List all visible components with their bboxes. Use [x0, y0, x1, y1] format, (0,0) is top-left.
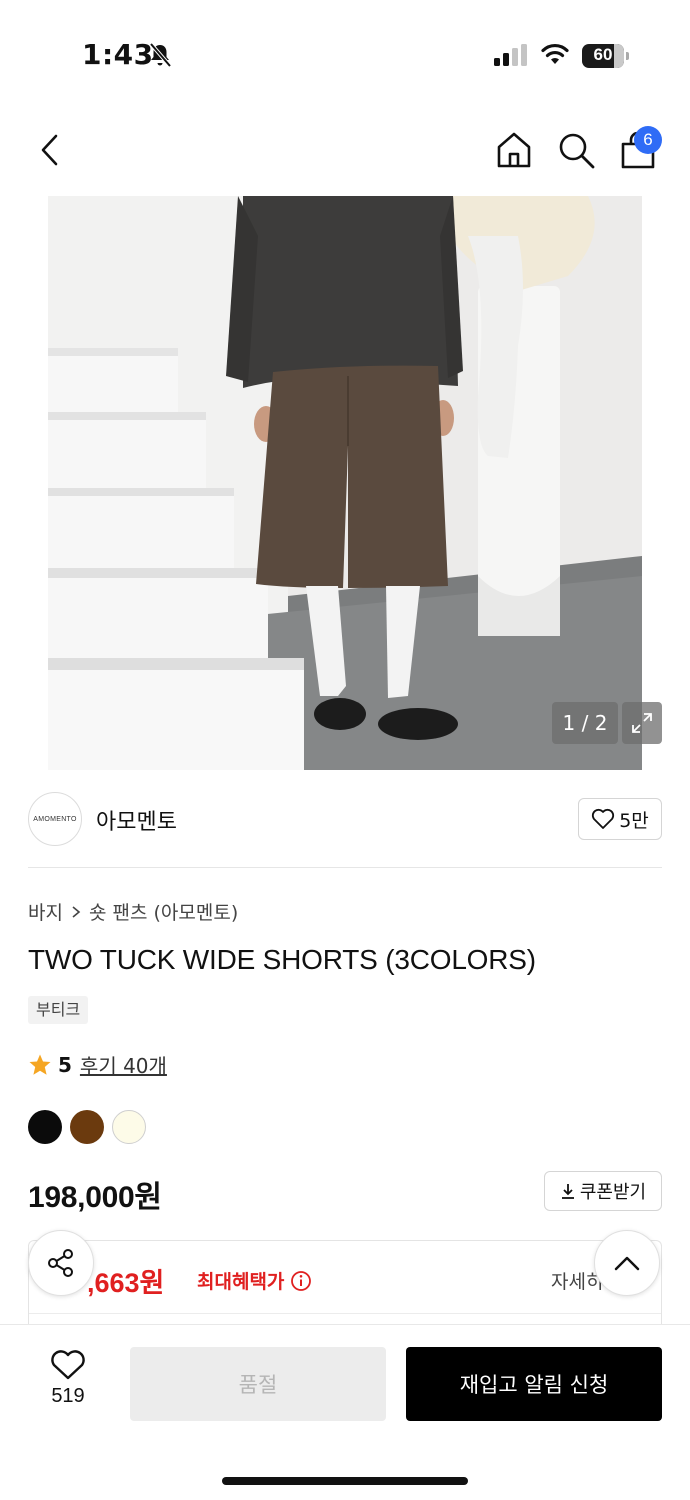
heart-icon [51, 1350, 85, 1380]
chevron-right-icon [72, 905, 81, 918]
breadcrumb-category[interactable]: 바지 [28, 898, 63, 925]
download-icon [561, 1184, 574, 1199]
back-arrow-icon [41, 134, 58, 166]
brand-like-button[interactable]: 5만 [578, 798, 662, 840]
home-button[interactable] [492, 128, 536, 172]
battery-level: 60 [593, 45, 613, 64]
back-button[interactable] [28, 128, 72, 172]
rating-score: 5 [58, 1052, 72, 1077]
max-benefit-box[interactable]: ,663원 최대혜택가 자세히 [28, 1240, 662, 1330]
rating-row: 5 후기 40개 [28, 1050, 167, 1079]
heart-icon [592, 808, 615, 829]
brand-name[interactable]: 아모멘토 [96, 804, 177, 836]
swatch-brown[interactable] [70, 1110, 104, 1144]
home-indicator [222, 1477, 468, 1485]
expand-image-button[interactable] [622, 702, 662, 744]
product-price: 198,000원 [28, 1181, 162, 1214]
wishlist-count: 519 [51, 1385, 85, 1407]
search-button[interactable] [554, 128, 598, 172]
search-icon [559, 133, 595, 169]
product-photo [48, 196, 642, 770]
product-tag: 부티크 [28, 996, 89, 1024]
image-counter: 1 / 2 [552, 702, 618, 744]
expand-icon [632, 713, 652, 733]
restock-alert-button[interactable]: 재입고 알림 신청 [406, 1347, 662, 1421]
brand-logo[interactable]: AMOMENTO [28, 792, 82, 846]
home-icon [497, 132, 531, 168]
coupon-label: 쿠폰받기 [579, 1182, 647, 1203]
max-benefit-label-text: 최대혜택가 [197, 1271, 285, 1293]
brand-like-count: 5만 [619, 809, 649, 832]
color-swatches [28, 1110, 146, 1144]
swatch-black[interactable] [28, 1110, 62, 1144]
share-button[interactable] [28, 1230, 94, 1296]
swatch-cream[interactable] [112, 1110, 146, 1144]
star-icon [29, 1054, 51, 1075]
bottom-action-bar: 519 품절 재입고 알림 신청 [0, 1324, 690, 1500]
wishlist-button[interactable]: 519 [30, 1349, 106, 1421]
benefit-divider [29, 1313, 661, 1314]
brand-row: AMOMENTO 아모멘토 5만 [28, 792, 662, 868]
product-image[interactable] [48, 196, 642, 770]
breadcrumb-subcategory[interactable]: 숏 팬츠 (아모멘토) [89, 898, 238, 925]
max-benefit-price: ,663원 [87, 1268, 165, 1298]
soldout-button[interactable]: 품절 [130, 1347, 386, 1421]
max-benefit-label: 최대혜택가 [197, 1267, 312, 1294]
status-time: 1:43 [82, 38, 154, 71]
cart-count-badge: 6 [634, 126, 662, 154]
wifi-icon [541, 43, 569, 64]
battery-cap [626, 52, 629, 60]
coupon-download-button[interactable]: 쿠폰받기 [544, 1171, 662, 1211]
share-icon [48, 1249, 73, 1277]
bell-off-icon [149, 42, 172, 68]
chevron-up-icon [614, 1256, 640, 1271]
review-count-link[interactable]: 후기 40개 [80, 1050, 167, 1079]
status-bar: 1:43 60 [0, 0, 690, 110]
breadcrumb: 바지 숏 팬츠 (아모멘토) [28, 898, 238, 925]
info-icon[interactable] [290, 1270, 312, 1292]
signal-icon [494, 44, 527, 66]
top-nav [0, 118, 690, 188]
product-title: TWO TUCK WIDE SHORTS (3COLORS) [28, 944, 536, 975]
scroll-top-button[interactable] [594, 1230, 660, 1296]
battery-icon: 60 [582, 44, 630, 68]
